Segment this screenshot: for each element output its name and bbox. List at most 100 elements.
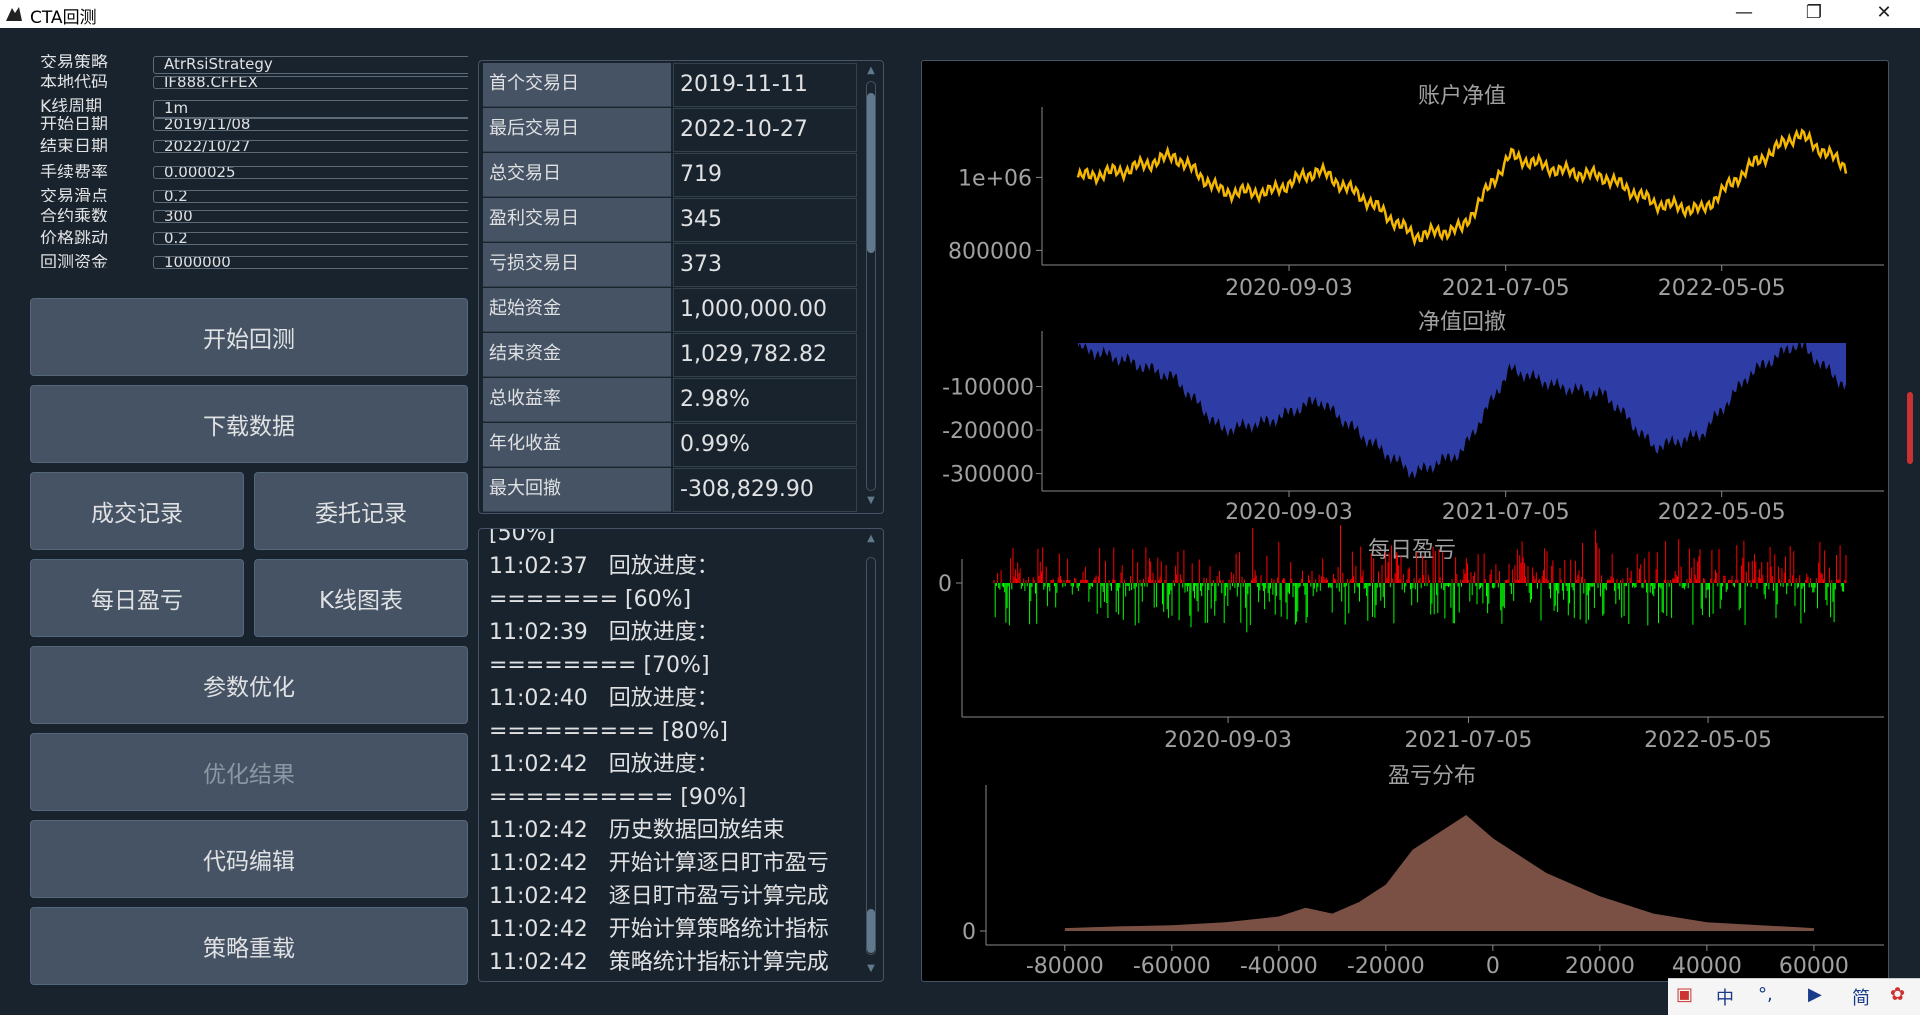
date-field[interactable]: 2022/10/27▼	[153, 140, 468, 153]
field-value: 1m	[164, 100, 189, 117]
x-tick-label: 2022-05-05	[1658, 500, 1786, 525]
date-field[interactable]: 2019/11/08▼	[153, 118, 468, 131]
code-edit-button[interactable]: 代码编辑	[30, 820, 468, 898]
scroll-up-icon[interactable]: ▲	[864, 65, 878, 76]
y-tick-label: -200000	[942, 419, 1034, 444]
stats-row: 结束资金 1,029,782.82	[479, 333, 859, 377]
text-field[interactable]: 0.2	[153, 232, 468, 245]
ime-skin-icon[interactable]: ✿	[1890, 984, 1905, 1005]
kline-chart-button[interactable]: K线图表	[254, 559, 468, 637]
charts-svg: 账户净值 800000 1e+06 2020-09-03 2021-07-05 2022-…	[938, 84, 1884, 979]
field-value: 0.2	[164, 190, 188, 203]
daily-pnl-button[interactable]: 每日盈亏	[30, 559, 244, 637]
x-tick-label: 40000	[1672, 954, 1742, 979]
stats-row: 最大回撤 -308,829.90	[479, 468, 859, 512]
stat-label: 结束资金	[483, 333, 671, 377]
stats-row: 起始资金 1,000,000.00	[479, 288, 859, 332]
stat-label: 首个交易日	[483, 63, 671, 107]
field-value: 0.2	[164, 232, 188, 245]
start-backtest-button[interactable]: 开始回测	[30, 298, 468, 376]
minimize-icon[interactable]: —	[1716, 0, 1772, 28]
x-tick-label: 2020-09-03	[1225, 276, 1353, 301]
form-row: 手续费率 0.000025	[28, 164, 468, 182]
log-line: [50%]	[489, 528, 556, 546]
x-tick-label: 2020-09-03	[1225, 500, 1353, 525]
field-value: 0.000025	[164, 166, 236, 179]
reload-strategy-button[interactable]: 策略重载	[30, 907, 468, 985]
x-tick-label: 2021-07-05	[1405, 728, 1533, 753]
ime-mode[interactable]: 简	[1852, 984, 1870, 1010]
log-line: 11:02:37 回放进度：	[489, 554, 719, 579]
combo-box[interactable]: AtrRsiStrategy	[153, 56, 468, 74]
app-logo-icon	[6, 7, 22, 21]
text-field[interactable]: 1000000	[153, 256, 468, 269]
form-label: 开始日期	[40, 116, 108, 130]
maximize-icon[interactable]: ❐	[1786, 0, 1842, 28]
stat-value: 1,029,782.82	[673, 333, 857, 377]
chart-title: 盈亏分布	[1388, 764, 1476, 789]
scroll-down-icon[interactable]: ▼	[864, 495, 878, 506]
stats-row: 总交易日 719	[479, 153, 859, 197]
y-tick-label: 1e+06	[958, 166, 1032, 191]
x-tick-label: 20000	[1565, 954, 1635, 979]
x-tick-label: 60000	[1779, 954, 1849, 979]
stat-value: 1,000,000.00	[673, 288, 857, 332]
form-row: 价格跳动 0.2	[28, 230, 468, 248]
text-field[interactable]: 0.000025	[153, 166, 468, 179]
scrollbar-thumb[interactable]	[867, 909, 875, 953]
log-line: 11:02:42 开始计算逐日盯市盈亏	[489, 851, 829, 876]
stat-value: 2.98%	[673, 378, 857, 422]
stat-label: 年化收益	[483, 423, 671, 467]
net-value-series	[1076, 128, 1848, 247]
chart-title: 净值回撤	[1418, 310, 1506, 335]
ime-lang[interactable]: 中	[1716, 984, 1734, 1010]
optimize-parameters-button[interactable]: 参数优化	[30, 646, 468, 724]
order-records-button[interactable]: 委托记录	[254, 472, 468, 550]
x-tick-label: 2022-05-05	[1644, 728, 1772, 753]
stats-scrollbar[interactable]: ▲ ▼	[864, 65, 878, 509]
field-value: AtrRsiStrategy	[164, 56, 273, 73]
ime-punct[interactable]: °,	[1758, 984, 1773, 1005]
form-row: 交易滑点 0.2	[28, 188, 468, 206]
stats-row: 亏损交易日 373	[479, 243, 859, 287]
close-icon[interactable]: ✕	[1856, 0, 1912, 28]
scrollbar-thumb[interactable]	[867, 93, 875, 253]
y-tick-label: 0	[962, 920, 976, 945]
form-row: 结束日期 2022/10/27▼	[28, 138, 468, 156]
scroll-up-icon[interactable]: ▲	[864, 533, 878, 544]
form-label: 手续费率	[40, 164, 108, 178]
optimize-result-button[interactable]: 优化结果	[30, 733, 468, 811]
x-tick-label: -60000	[1133, 954, 1211, 979]
stat-label: 亏损交易日	[483, 243, 671, 287]
log-scrollbar[interactable]: ▲ ▼	[864, 533, 878, 977]
field-value: 2022/10/27	[164, 140, 251, 153]
drawdown-series	[1078, 343, 1846, 479]
play-icon[interactable]: ▶	[1808, 984, 1822, 1005]
stats-row: 首个交易日 2019-11-11	[479, 63, 859, 107]
download-data-button[interactable]: 下载数据	[30, 385, 468, 463]
log-line: ======== [70%]	[489, 653, 710, 678]
form-row: K线周期 1m	[28, 98, 468, 118]
log-output: [50%] 11:02:37 回放进度： ======= [60%] 11:02:39…	[478, 528, 884, 982]
stat-label: 起始资金	[483, 288, 671, 332]
stats-row: 总收益率 2.98%	[479, 378, 859, 422]
scroll-down-icon[interactable]: ▼	[864, 963, 878, 974]
x-tick-label: -20000	[1347, 954, 1425, 979]
y-tick-label: 0	[938, 572, 952, 597]
form-row: 本地代码 IF888.CFFEX	[28, 74, 468, 92]
window-scroll-indicator[interactable]	[1907, 392, 1913, 464]
stat-value: 345	[673, 198, 857, 242]
field-value: 1000000	[164, 256, 231, 269]
x-tick-label: -80000	[1026, 954, 1104, 979]
x-tick-label: -40000	[1240, 954, 1318, 979]
form-label: 价格跳动	[40, 230, 108, 244]
stat-label: 盈利交易日	[483, 198, 671, 242]
stats-row: 最后交易日 2022-10-27	[479, 108, 859, 152]
x-tick-label: 2021-07-05	[1442, 500, 1570, 525]
text-field[interactable]: 0.2	[153, 190, 468, 203]
text-field[interactable]: 300	[153, 210, 468, 223]
trade-records-button[interactable]: 成交记录	[30, 472, 244, 550]
log-line: 11:02:39 回放进度：	[489, 620, 719, 645]
log-line: 11:02:40 回放进度：	[489, 686, 719, 711]
text-field[interactable]: IF888.CFFEX	[153, 76, 468, 89]
